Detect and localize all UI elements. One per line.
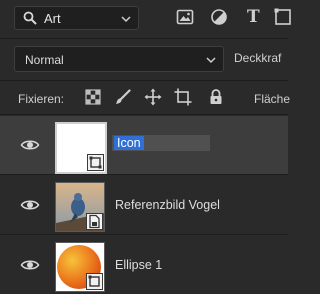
filter-pixel-layers-button[interactable] <box>176 8 194 26</box>
chevron-down-icon <box>121 16 131 23</box>
eye-visibility-icon[interactable] <box>20 255 40 275</box>
layer-row-ellipse-1[interactable]: Ellipse 1 <box>0 236 288 294</box>
document-icon <box>89 214 100 229</box>
layer-row-icon[interactable]: Icon <box>0 116 288 174</box>
smart-object-badge <box>87 154 104 171</box>
layer-thumbnail <box>55 122 107 174</box>
lock-image-pixels-button[interactable] <box>114 88 132 106</box>
filter-type-layers-button[interactable]: T <box>247 8 265 26</box>
image-icon <box>176 9 194 25</box>
divider <box>0 174 288 175</box>
lock-artboard-button[interactable] <box>174 88 192 106</box>
type-t-icon: T <box>247 7 260 27</box>
layer-name: Ellipse 1 <box>115 258 163 272</box>
checkerboard-icon <box>85 89 101 105</box>
filter-adjustment-layers-button[interactable] <box>210 8 228 26</box>
opacity-label: Deckkraf <box>234 51 282 65</box>
lock-label: Fixieren: <box>18 92 65 106</box>
move-arrows-icon <box>144 88 162 106</box>
shape-layer-badge <box>86 273 103 290</box>
shape-icon <box>88 275 100 287</box>
search-icon <box>23 11 37 25</box>
fill-label: Fläche <box>254 92 291 106</box>
eye-visibility-icon[interactable] <box>20 135 40 155</box>
lock-position-button[interactable] <box>144 88 162 106</box>
smart-object-icon <box>89 156 102 169</box>
filter-shape-layers-button[interactable] <box>274 8 292 26</box>
layer-name-selected-text[interactable]: Icon <box>114 136 144 150</box>
brush-icon <box>116 89 131 104</box>
artboard-crop-icon <box>174 88 192 106</box>
layer-row-referenzbild-vogel[interactable]: Referenzbild Vogel <box>0 176 288 234</box>
adjustment-circle-icon <box>211 9 227 25</box>
divider <box>0 38 288 39</box>
eye-visibility-icon[interactable] <box>20 195 40 215</box>
lock-all-button[interactable] <box>207 88 225 106</box>
lock-transparent-pixels-button[interactable] <box>84 88 102 106</box>
shape-icon <box>274 8 291 25</box>
layer-thumbnail <box>55 182 105 232</box>
divider <box>0 234 288 235</box>
blend-mode-value: Normal <box>25 53 64 67</box>
lock-icon <box>210 89 222 104</box>
filter-kind-value: Art <box>44 11 61 26</box>
layer-filter-kind-select[interactable]: Art <box>14 6 139 30</box>
linked-file-badge <box>86 213 103 230</box>
divider <box>0 80 288 81</box>
divider <box>0 114 288 115</box>
layer-name: Referenzbild Vogel <box>115 198 220 212</box>
layer-thumbnail <box>55 242 105 292</box>
blend-mode-select[interactable]: Normal <box>14 46 224 72</box>
chevron-down-icon <box>206 57 216 64</box>
